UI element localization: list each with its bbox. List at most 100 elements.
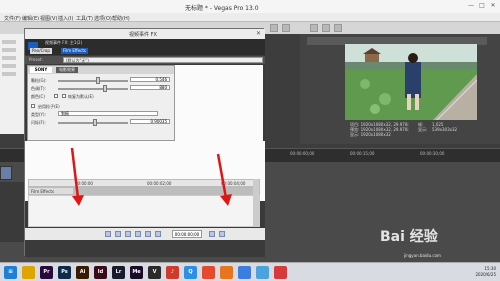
illustrator-icon[interactable]: Ai bbox=[76, 266, 89, 279]
preview-info: 项目: 1920x1080x32, 29.970i 预览: 1920x1080x… bbox=[350, 122, 408, 137]
media-encoder-icon[interactable]: Me bbox=[130, 266, 143, 279]
keyframe-track-label: Film Effects bbox=[31, 189, 54, 194]
kf-option-button[interactable] bbox=[209, 231, 215, 237]
explorer-item[interactable] bbox=[2, 48, 16, 52]
indesign-icon[interactable]: Id bbox=[94, 266, 107, 279]
minimize-button[interactable]: — bbox=[466, 2, 476, 10]
premiere-icon[interactable]: Pr bbox=[40, 266, 53, 279]
preview-photo bbox=[345, 44, 477, 120]
fx-name: 电影效果 bbox=[56, 67, 78, 73]
arrow-left-shaft bbox=[70, 147, 80, 199]
dialog-close-button[interactable]: ✕ bbox=[256, 30, 261, 37]
preset-select[interactable]: (默认为"无") bbox=[63, 57, 263, 63]
ruler-tick: 00:00:15;00 bbox=[350, 151, 375, 156]
param-grain-label: 颗粒(G): bbox=[31, 78, 47, 83]
menu-file[interactable]: 文件(F) bbox=[4, 15, 21, 22]
menu-options[interactable]: 选项(O) bbox=[94, 15, 112, 22]
menu-bar: 文件(F) 编辑(E) 视图(V) 插入(I) 工具(T) 选项(O) 帮助(H… bbox=[0, 13, 500, 22]
keyframe-timecode[interactable]: 00:00:00;00 bbox=[172, 230, 202, 238]
firefox-icon[interactable] bbox=[220, 266, 233, 279]
arrow-right-shaft bbox=[216, 153, 228, 199]
toolbar-button[interactable] bbox=[310, 24, 318, 32]
menu-view[interactable]: 视图(V) bbox=[40, 15, 57, 22]
lightroom-icon[interactable]: Lr bbox=[112, 266, 125, 279]
qq-icon[interactable]: Q bbox=[184, 266, 197, 279]
chain-title: 视频事件 FX: 主1(2) bbox=[45, 40, 83, 45]
windows-start-icon[interactable]: ⊞ bbox=[4, 266, 17, 279]
type-select[interactable]: 划痕 bbox=[58, 111, 158, 116]
explorer-item[interactable] bbox=[2, 56, 16, 60]
windows-taskbar: ⊞ Pr Ps Ai Id Lr Me V ♪ Q 15:30 2020/6/2… bbox=[0, 262, 500, 281]
red-arrows bbox=[70, 147, 232, 206]
title-bar: 无标题 * - Vegas Pro 13.0 — □ ✕ bbox=[0, 0, 500, 13]
reset-checkbox[interactable] bbox=[62, 94, 66, 98]
plugin-chain: 视频事件 FX: 主1(2) Pan/Crop Film Effects bbox=[25, 39, 265, 55]
photoshop-icon[interactable]: Ps bbox=[58, 266, 71, 279]
baidu-watermark-url: jingyan.baidu.com bbox=[404, 253, 441, 258]
toolbar-button[interactable] bbox=[270, 24, 278, 32]
grain-value[interactable]: 0.546 bbox=[130, 77, 170, 82]
param-color-label: 颜色(C) bbox=[31, 94, 45, 99]
explorer-item[interactable] bbox=[2, 64, 16, 68]
track-header[interactable] bbox=[0, 166, 12, 180]
plugin-film-effects[interactable]: Film Effects bbox=[61, 48, 88, 54]
system-tray-clock[interactable]: 15:30 2020/6/25 bbox=[475, 266, 496, 278]
menu-help[interactable]: 帮助(H) bbox=[112, 15, 130, 22]
explorer-pane bbox=[0, 34, 24, 134]
music-icon[interactable]: ♪ bbox=[166, 266, 179, 279]
kf-option-button[interactable] bbox=[219, 231, 225, 237]
kf-add-button[interactable] bbox=[125, 231, 131, 237]
explorer-item[interactable] bbox=[2, 72, 16, 76]
enable-particles-label: 启用粒子(E) bbox=[38, 104, 60, 109]
fx-header: SONY 电影效果 bbox=[28, 66, 174, 74]
sony-logo: SONY bbox=[30, 67, 52, 73]
menu-edit[interactable]: 编辑(E) bbox=[22, 15, 39, 22]
track-list bbox=[0, 182, 24, 242]
param-flicker-label: 闪烁(F): bbox=[31, 120, 46, 125]
dialog-title: 视频事件 FX bbox=[129, 32, 157, 38]
maximize-button[interactable]: □ bbox=[477, 2, 487, 10]
explorer-item[interactable] bbox=[2, 40, 16, 44]
plugin-pan-crop[interactable]: Pan/Crop bbox=[30, 48, 52, 54]
ruler-tick: 00:00:30;00 bbox=[420, 151, 445, 156]
flicker-slider[interactable] bbox=[58, 119, 128, 126]
display-label: 显示: bbox=[418, 127, 428, 132]
tone-slider[interactable] bbox=[58, 85, 128, 92]
app-b-icon[interactable] bbox=[256, 266, 269, 279]
kf-first-button[interactable] bbox=[105, 231, 111, 237]
arrow-left-head bbox=[72, 195, 84, 206]
flicker-value[interactable]: 0.90035 bbox=[130, 119, 170, 124]
app-a-icon[interactable] bbox=[238, 266, 251, 279]
baidu-watermark: Bai 经验 bbox=[380, 229, 438, 245]
preview-image bbox=[345, 44, 477, 120]
toolbar-button[interactable] bbox=[322, 24, 330, 32]
grain-slider[interactable] bbox=[58, 77, 128, 84]
kf-last-button[interactable] bbox=[155, 231, 161, 237]
chrome-icon[interactable] bbox=[202, 266, 215, 279]
menu-insert[interactable]: 插入(I) bbox=[58, 15, 73, 22]
display-resolution: 显示: 1920x1080x32 bbox=[350, 132, 391, 137]
toolbar-button[interactable] bbox=[282, 24, 290, 32]
kf-next-button[interactable] bbox=[145, 231, 151, 237]
color-swatch[interactable] bbox=[54, 94, 58, 98]
tone-slider-knob[interactable] bbox=[103, 85, 107, 92]
flicker-slider-knob[interactable] bbox=[93, 119, 97, 126]
vegas-icon[interactable]: V bbox=[148, 266, 161, 279]
preview-info-values: 1,025 539x303x32 bbox=[432, 122, 457, 132]
display-value: 539x303x32 bbox=[432, 127, 458, 132]
tone-value[interactable]: 880 bbox=[130, 85, 170, 90]
toolbar-button[interactable] bbox=[334, 24, 342, 32]
param-tone-label: 色调(T): bbox=[31, 86, 46, 91]
kf-prev-button[interactable] bbox=[115, 231, 121, 237]
fx-empty-area bbox=[175, 65, 263, 141]
grain-slider-knob[interactable] bbox=[96, 77, 100, 84]
kf-delete-button[interactable] bbox=[135, 231, 141, 237]
menu-tools[interactable]: 工具(T) bbox=[76, 15, 93, 22]
dialog-title-bar: 视频事件 FX ✕ bbox=[25, 29, 265, 39]
enable-particles-checkbox[interactable] bbox=[31, 104, 35, 108]
explorer-icon[interactable] bbox=[22, 266, 35, 279]
close-button[interactable]: ✕ bbox=[488, 2, 498, 10]
preview-info-right: 帧: 显示: bbox=[418, 122, 427, 132]
app-c-icon[interactable] bbox=[274, 266, 287, 279]
reset-label: 恢复为默认(E) bbox=[68, 94, 94, 99]
